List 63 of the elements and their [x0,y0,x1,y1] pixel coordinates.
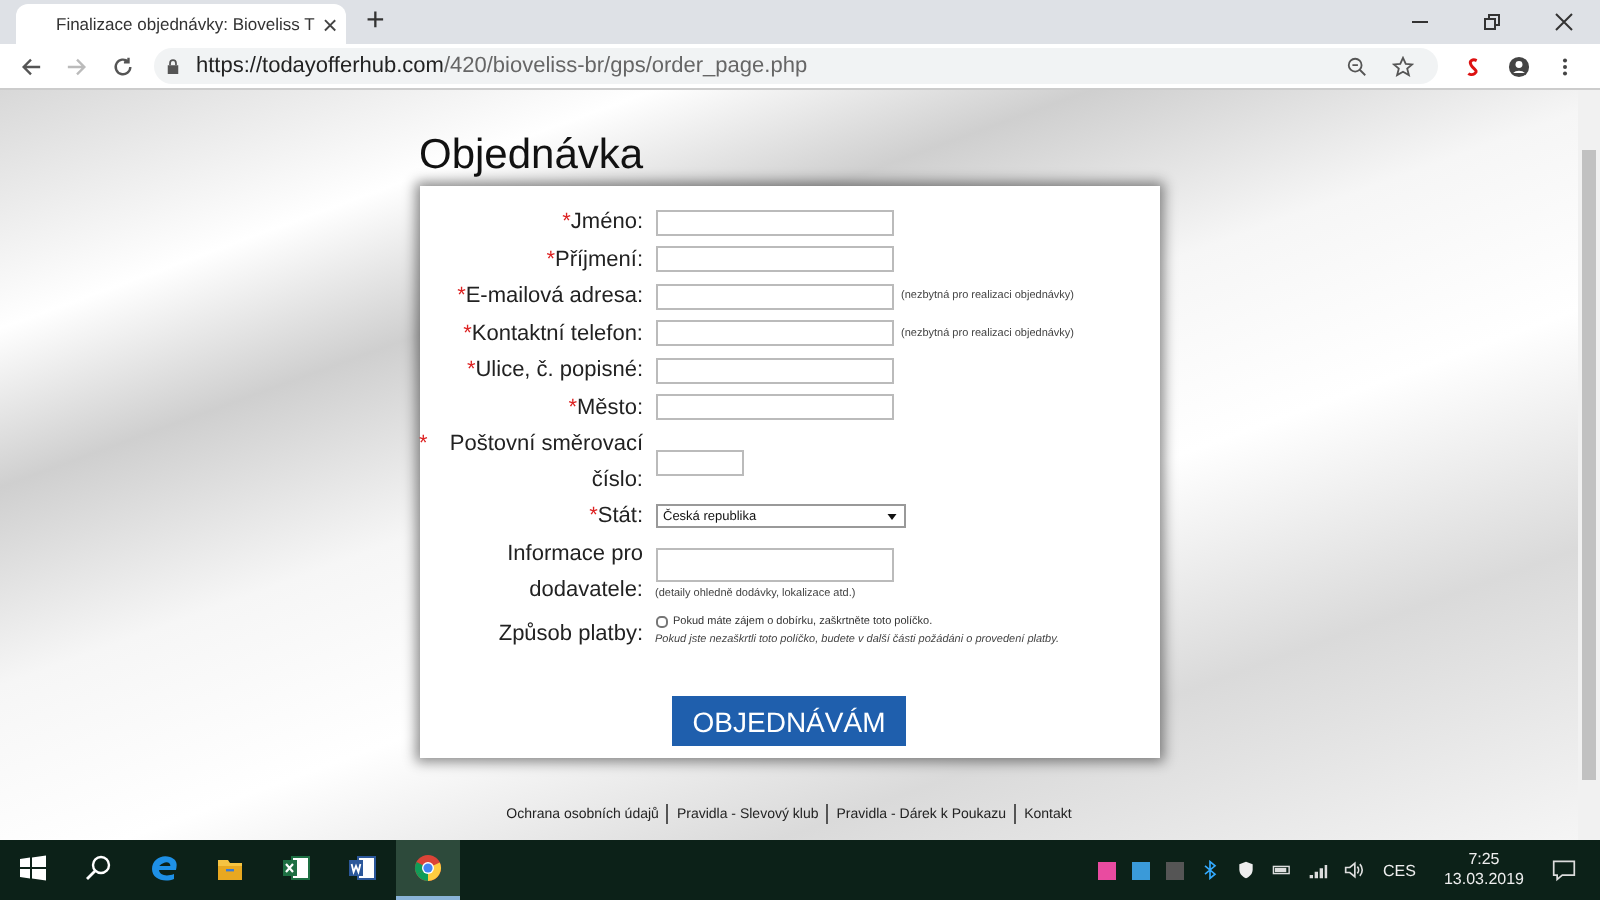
clock-time: 7:25 [1468,850,1500,870]
input-field[interactable] [655,283,893,310]
input-field[interactable] [655,394,893,421]
field-label: Poštovní směrovací číslo: [447,430,643,496]
caret-icon [885,511,897,522]
clock[interactable]: 7:25 13.03.2019 [1443,850,1524,890]
field-label: Způsob platby: [498,619,643,649]
required-mark: * [589,502,598,533]
input-field[interactable] [655,320,893,347]
browser-tab[interactable]: Finalizace objednávky: Bioveliss T × [16,4,346,44]
required-mark: * [568,393,577,424]
shield-icon[interactable] [1235,860,1255,880]
close-icon[interactable] [1554,12,1574,32]
field-label: E-mailová adresa: [465,282,643,313]
language-indicator[interactable]: CES [1383,861,1416,879]
submit-button[interactable]: OBJEDNÁVÁM [672,696,906,746]
field-label: Město: [576,393,643,424]
required-mark: * [463,319,472,350]
signal-icon[interactable] [1307,860,1327,880]
profile-icon[interactable] [1508,55,1530,77]
field-label: Informace pro dodavatele: [505,539,643,605]
required-mark: * [457,282,466,313]
input-field[interactable] [655,449,743,475]
input-field[interactable] [655,246,893,273]
chrome-icon [414,854,442,882]
required-mark: * [562,208,571,239]
field-label: Stát: [597,502,643,533]
tab-title: Finalizace objednávky: Bioveliss T [56,14,315,34]
checkbox[interactable] [655,615,667,627]
new-tab-button[interactable]: + [366,4,385,40]
address-field[interactable]: https://todayofferhub.com/420/bioveliss-br/gps/order_page.php [154,48,1438,84]
field-label: Ulice, č. popisné: [475,356,643,387]
input-field[interactable] [655,209,893,236]
page-title: Objednávka [419,130,646,182]
scrollbar[interactable] [1578,90,1600,840]
field-label: Kontaktní telefon: [471,319,643,350]
required-mark: * [546,245,555,276]
scrollbar-thumb[interactable] [1582,150,1596,780]
field-label: Jméno: [570,208,643,239]
back-icon[interactable] [20,55,42,77]
input-field[interactable] [655,357,893,384]
start-icon [18,854,46,882]
edge-browser-icon [150,854,178,882]
excel-icon [282,854,310,882]
field-label: Příjmení: [554,245,643,276]
required-mark: * [466,356,476,387]
reload-icon[interactable] [112,55,134,77]
restore-icon[interactable] [1482,12,1502,32]
search-icon [84,854,112,882]
required-mark: * [419,430,428,460]
folder-icon [216,854,244,882]
url-text: https://todayofferhub.com/420/bioveliss-br/gps/order_page.php [196,54,808,78]
notification-icon[interactable] [1552,858,1576,882]
battery-icon[interactable] [1271,860,1291,880]
tab-close-button[interactable]: × [322,9,338,39]
zoom-icon[interactable] [1346,55,1368,77]
clock-date: 13.03.2019 [1443,870,1524,890]
bluetooth-icon[interactable] [1199,860,1219,880]
word-icon [348,854,376,882]
star-icon[interactable] [1392,55,1414,77]
lock-icon [166,57,180,75]
volume-icon[interactable] [1343,860,1363,880]
taskbar-button[interactable] [396,840,460,900]
